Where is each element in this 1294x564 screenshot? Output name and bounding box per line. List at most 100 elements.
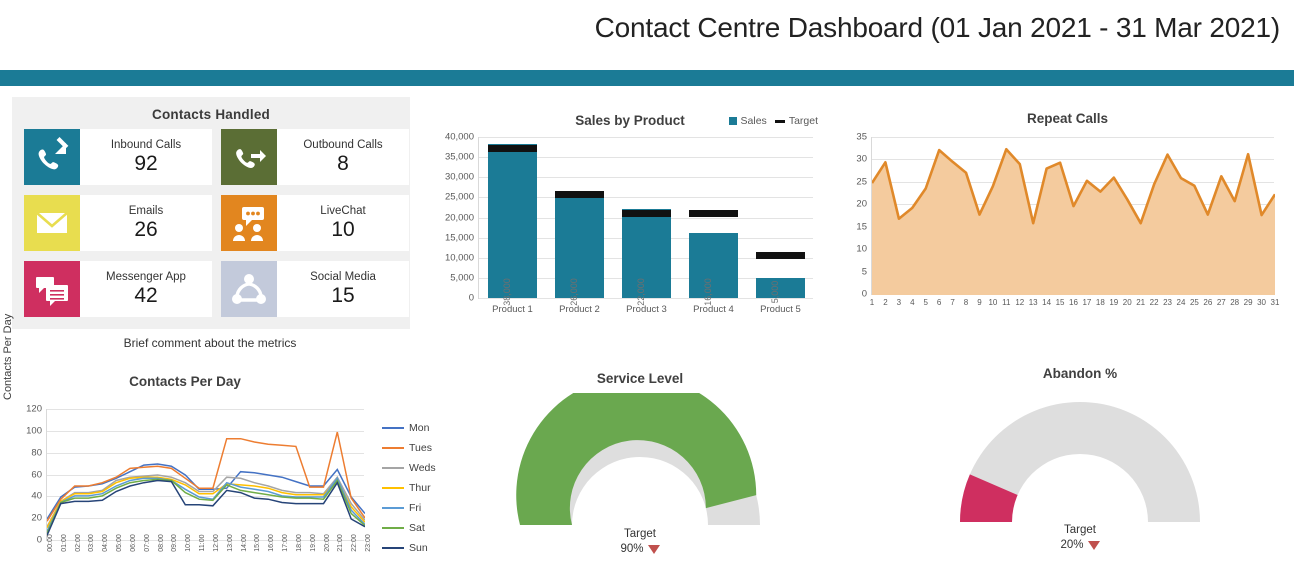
y-axis-tick: 20,000 xyxy=(444,212,474,223)
bar-data-label: 22,000 xyxy=(636,278,647,306)
legend-line-swatch xyxy=(382,526,404,529)
service-level-arc xyxy=(440,375,840,533)
x-axis-tick: 6 xyxy=(936,298,942,307)
sales-swatch-icon xyxy=(728,117,737,125)
target-marker xyxy=(555,191,604,199)
abandon-percent-gauge: Abandon % Target 20% xyxy=(880,360,1280,560)
repeat-calls-title: Repeat Calls xyxy=(1026,111,1109,126)
x-axis-tick: 02:00 xyxy=(74,534,82,552)
legend-label: Mon xyxy=(409,421,430,434)
y-axis-tick: 35 xyxy=(856,131,867,143)
legend-item-mon[interactable]: Mon xyxy=(382,418,436,437)
legend-item-sat[interactable]: Sat xyxy=(382,518,436,537)
x-axis-tick: 10 xyxy=(988,298,998,307)
kpi-tile-emails[interactable]: Emails 26 xyxy=(24,195,212,251)
x-axis-tick: 00:00 xyxy=(47,534,54,552)
contacts-per-day-y-axis-label: Contacts Per Day xyxy=(2,313,14,400)
x-axis-tick: 14:00 xyxy=(240,534,248,552)
target-marker-icon xyxy=(1087,541,1100,550)
contacts-handled-panel: Contacts Handled Inbound Calls 92 Outbound… xyxy=(12,97,410,329)
envelope-icon xyxy=(24,195,80,251)
y-axis-tick: 10 xyxy=(856,243,867,255)
x-axis-tick: 27 xyxy=(1216,298,1226,307)
kpi-tile-messenger-app[interactable]: Messenger App 42 xyxy=(24,261,212,317)
x-axis-tick: 20:00 xyxy=(323,534,331,552)
target-marker-icon xyxy=(647,545,660,554)
y-axis-tick: 60 xyxy=(31,469,42,480)
x-axis-tick: 17:00 xyxy=(282,534,290,552)
line-tues xyxy=(47,431,365,522)
legend-label: Sun xyxy=(409,541,428,554)
kpi-grid: Inbound Calls 92 Outbound Calls 8 Emails 26 Li… xyxy=(24,129,409,317)
legend-label-target: Target xyxy=(788,115,818,127)
x-axis-tick: 08:00 xyxy=(157,534,165,552)
legend-label: Thur xyxy=(409,481,431,494)
x-axis-tick: 24 xyxy=(1176,298,1186,307)
legend-line-swatch xyxy=(382,546,404,549)
legend-label: Tues xyxy=(409,441,432,454)
x-axis-tick: 05:00 xyxy=(116,534,124,552)
contacts-per-day-title: Contacts Per Day xyxy=(129,374,241,389)
bar-data-label: 16,000 xyxy=(703,278,714,306)
kpi-tile-social-media[interactable]: Social Media 15 xyxy=(221,261,409,317)
kpi-tile-outbound-calls[interactable]: Outbound Calls 8 xyxy=(221,129,409,185)
kpi-tile-inbound-calls[interactable]: Inbound Calls 92 xyxy=(24,129,212,185)
x-axis-tick: 01:00 xyxy=(60,534,68,552)
x-axis-tick: 11:00 xyxy=(199,534,207,552)
legend-label: Weds xyxy=(409,461,436,474)
y-axis-tick: 10,000 xyxy=(444,252,474,264)
legend-line-swatch xyxy=(382,446,404,449)
legend-line-swatch xyxy=(382,486,404,489)
y-axis-tick: 40,000 xyxy=(444,131,474,143)
kpi-value: 42 xyxy=(134,283,158,307)
x-axis-tick: 5 xyxy=(923,298,928,307)
target-marker xyxy=(689,210,738,218)
kpi-value: 8 xyxy=(337,151,349,175)
y-axis-tick: 5 xyxy=(861,266,867,278)
legend-label: Fri xyxy=(409,501,422,514)
legend-item-thur[interactable]: Thur xyxy=(382,478,436,497)
y-axis-tick: 25,000 xyxy=(444,191,474,203)
y-axis-tick: 40 xyxy=(31,490,42,502)
legend-item-fri[interactable]: Fri xyxy=(382,498,436,517)
sales-by-product-chart: Sales by Product Sales Target 0 5,000 10,0… xyxy=(430,105,830,325)
dashboard-page: Contact Centre Dashboard (01 Jan 2021 - … xyxy=(0,0,1294,564)
x-axis-tick: 15:00 xyxy=(254,534,262,552)
x-axis-tick: 13 xyxy=(1028,298,1038,307)
kpi-body: Inbound Calls 92 xyxy=(80,129,212,185)
x-axis-tick: 12:00 xyxy=(212,534,220,552)
y-axis-tick: 30,000 xyxy=(444,171,474,183)
y-axis-tick: 5,000 xyxy=(450,272,474,284)
x-axis-tick: 21 xyxy=(1136,298,1146,307)
x-axis-tick: 12 xyxy=(1015,298,1025,307)
y-axis-tick: 30 xyxy=(856,153,867,165)
kpi-tile-livechat[interactable]: LiveChat 10 xyxy=(221,195,409,251)
kpi-value: 26 xyxy=(134,217,158,241)
abandon-percent-target-label: Target xyxy=(1064,524,1096,536)
kpi-body: Outbound Calls 8 xyxy=(277,129,409,185)
y-axis-tick: 35,000 xyxy=(444,151,474,163)
bar-data-label: 26,000 xyxy=(569,278,580,306)
x-axis-tick: 22:00 xyxy=(351,534,359,552)
legend-item-weds[interactable]: Weds xyxy=(382,458,436,477)
legend-item-sun[interactable]: Sun xyxy=(382,538,436,557)
x-axis-tick: 30 xyxy=(1257,298,1267,307)
service-level-target: Target 90% xyxy=(440,527,840,557)
x-axis-tick: 1 xyxy=(869,298,875,307)
target-marker xyxy=(756,251,805,259)
x-axis-tick: 11 xyxy=(1002,298,1011,307)
x-axis-tick: 21:00 xyxy=(337,534,345,552)
x-axis-tick: 3 xyxy=(896,298,902,307)
kpi-label: Inbound Calls xyxy=(110,138,182,151)
legend-item-tues[interactable]: Tues xyxy=(382,438,436,457)
phone-inbound-icon xyxy=(24,129,80,185)
x-axis-tick: Product 1 xyxy=(492,304,533,315)
x-axis-tick: Product 3 xyxy=(626,304,667,315)
sales-bar: 5,000 xyxy=(756,277,805,303)
gridline xyxy=(479,298,813,299)
abandon-percent-title: Abandon % xyxy=(1042,366,1118,381)
y-axis-tick: 80 xyxy=(31,447,42,459)
sales-bar: 26,000 xyxy=(555,192,604,306)
x-axis-tick: 16 xyxy=(1069,298,1078,307)
x-axis-tick: Product 4 xyxy=(693,304,734,315)
